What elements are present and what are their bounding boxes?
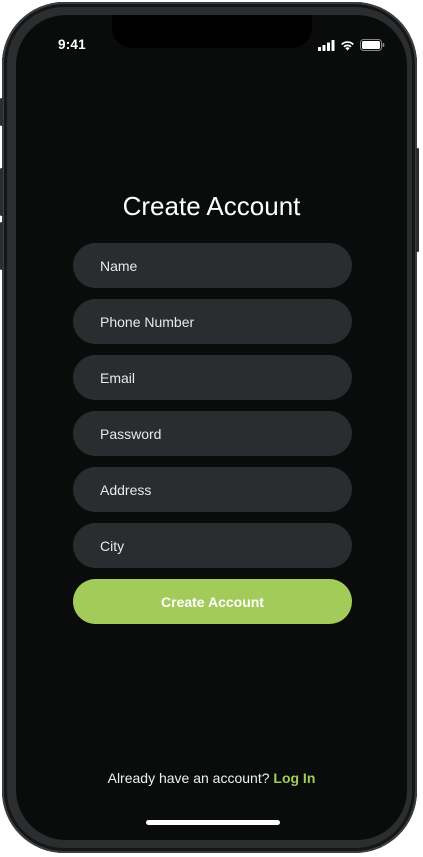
- name-field[interactable]: Name: [73, 243, 352, 288]
- phone-number-placeholder: Phone Number: [100, 313, 195, 330]
- email-placeholder: Email: [100, 369, 136, 386]
- name-placeholder: Name: [100, 257, 138, 274]
- phone-number-field[interactable]: Phone Number: [73, 299, 352, 344]
- password-field[interactable]: Password: [73, 411, 352, 456]
- city-placeholder: City: [100, 537, 125, 554]
- mute-switch: [0, 98, 3, 126]
- phone-frame: 9:41 Create Account Name Phone Number Em…: [0, 2, 419, 853]
- wifi-icon: [341, 40, 354, 50]
- address-placeholder: Address: [100, 481, 152, 498]
- power-button: [416, 148, 419, 252]
- status-icons: [318, 39, 385, 51]
- email-field[interactable]: Email: [73, 355, 352, 400]
- status-time: 9:41: [58, 37, 86, 52]
- address-field[interactable]: Address: [73, 467, 352, 512]
- city-field[interactable]: City: [73, 523, 352, 568]
- create-account-button[interactable]: Create Account: [73, 579, 352, 624]
- volume-up-button: [0, 168, 3, 216]
- volume-down-button: [0, 222, 3, 270]
- password-placeholder: Password: [100, 425, 162, 442]
- screen: 9:41 Create Account Name Phone Number Em…: [16, 15, 407, 840]
- notch: [112, 15, 312, 48]
- signal-icon: [318, 39, 335, 51]
- login-prompt: Already have an account? Log In: [16, 770, 407, 786]
- home-indicator[interactable]: [146, 820, 280, 825]
- log-in-link[interactable]: Log In: [273, 770, 315, 786]
- battery-icon: [360, 39, 385, 51]
- login-prompt-text: Already have an account?: [107, 770, 270, 786]
- page-title: Create Account: [122, 191, 301, 221]
